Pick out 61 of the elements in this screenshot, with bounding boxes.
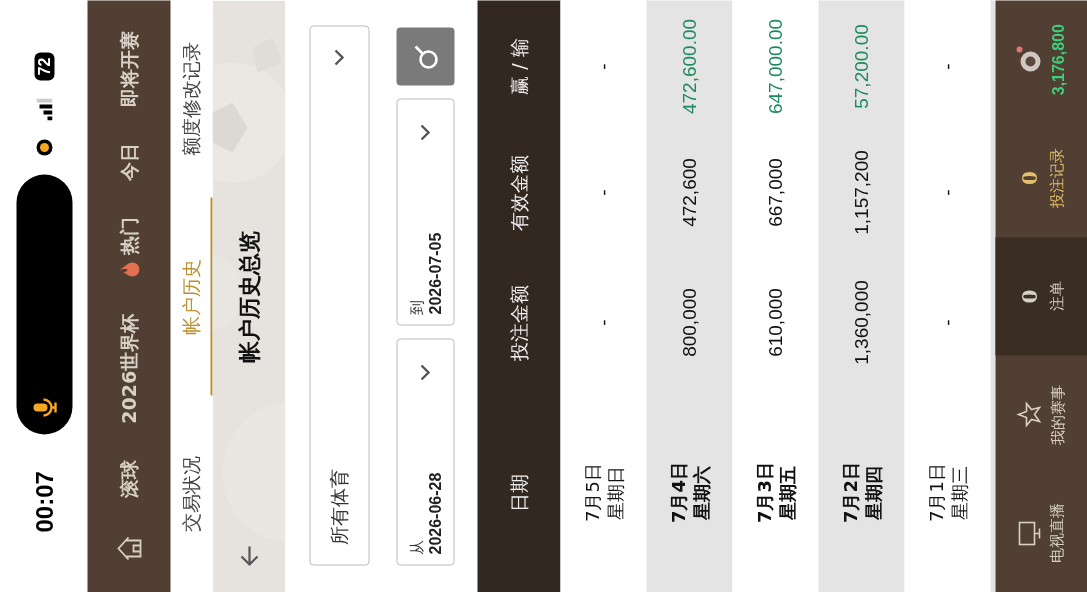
table-cell-text: 1,157,200: [850, 148, 872, 237]
date-cell: 7月4日: [665, 461, 689, 523]
bottom-tab[interactable]: 0 投注记录: [995, 118, 1087, 237]
tab-label: 注单: [1046, 281, 1066, 311]
chevron-icon: [419, 123, 431, 141]
weekday-cell-text: 星期四: [861, 465, 884, 519]
bottom-tab[interactable]: 0 注单: [995, 236, 1087, 356]
date-cell: 7月2日: [837, 461, 861, 523]
table-cell-text: 57,200.00: [850, 22, 872, 111]
date-cell: 7月5日: [579, 462, 603, 522]
nav-tab[interactable]: 2026世界杯: [115, 313, 142, 424]
date-cell: 7月1日: [923, 462, 947, 522]
table-cell-text: 667,000: [764, 156, 786, 229]
nav-tab[interactable]: 滚球: [115, 459, 142, 498]
table-cell-text: -: [936, 317, 958, 328]
weekday-cell-text: 星期三: [947, 465, 970, 519]
table-cell-text: -: [592, 317, 614, 328]
tab-label: 我的赛事: [1047, 384, 1067, 445]
indicator-dot-icon: [34, 138, 53, 156]
status-time: 00:07: [29, 469, 58, 532]
nav-tab[interactable]: 热门: [115, 216, 142, 277]
avatar-icon[interactable]: [1015, 44, 1043, 75]
table-cell-text: -: [936, 61, 958, 72]
chevron-icon: [333, 48, 345, 66]
weekday-cell-text: 星期日: [603, 465, 626, 519]
table-cell-text: 647,000.00: [764, 17, 786, 116]
table-cell-text: 800,000: [678, 286, 700, 359]
nav-tab[interactable]: 即将开赛: [115, 30, 142, 106]
table-cell-text: -: [592, 187, 614, 198]
sub-tab[interactable]: 额度修改记录: [170, 0, 212, 198]
signal-icon: [35, 98, 52, 120]
tab-label: 投注记录: [1046, 147, 1066, 208]
date-cell: 7月3日: [751, 461, 775, 523]
home-icon[interactable]: [114, 534, 143, 562]
column-header: 日期: [505, 472, 530, 513]
nav-tab[interactable]: 今日: [115, 142, 142, 181]
weekday-cell-text: 星期五: [775, 465, 798, 519]
table-cell-text: -: [936, 187, 958, 198]
table-cell-text: -: [592, 61, 614, 72]
search-button[interactable]: [396, 27, 454, 85]
flame-icon: [118, 260, 139, 277]
page-title: 帐户历史总览: [234, 230, 262, 362]
table-cell-text: 472,600: [678, 156, 700, 229]
balance-amount: 3,176,800: [1049, 23, 1067, 95]
column-header: 有效金额: [505, 153, 530, 233]
sub-tab[interactable]: 交易状况: [170, 394, 212, 592]
table-cell-text: 610,000: [764, 286, 786, 359]
bottom-tab[interactable]: 我的赛事: [995, 355, 1087, 474]
table-cell-text: 472,600.00: [678, 17, 700, 116]
bottom-tab[interactable]: 电视直播: [995, 473, 1087, 592]
column-header: 投注金额: [505, 283, 530, 363]
battery-level: 72: [33, 52, 54, 80]
chevron-icon: [419, 363, 431, 381]
count-label: 0: [1016, 170, 1041, 185]
table-cell-text: 1,360,000: [850, 278, 872, 367]
tab-label: 电视直播: [1046, 502, 1066, 563]
weekday-cell-text: 星期六: [689, 465, 712, 519]
count-label: 0: [1016, 289, 1041, 303]
column-header: 赢 / 输: [505, 36, 530, 97]
tv-icon: [1016, 519, 1041, 546]
star-icon: [1015, 401, 1042, 428]
